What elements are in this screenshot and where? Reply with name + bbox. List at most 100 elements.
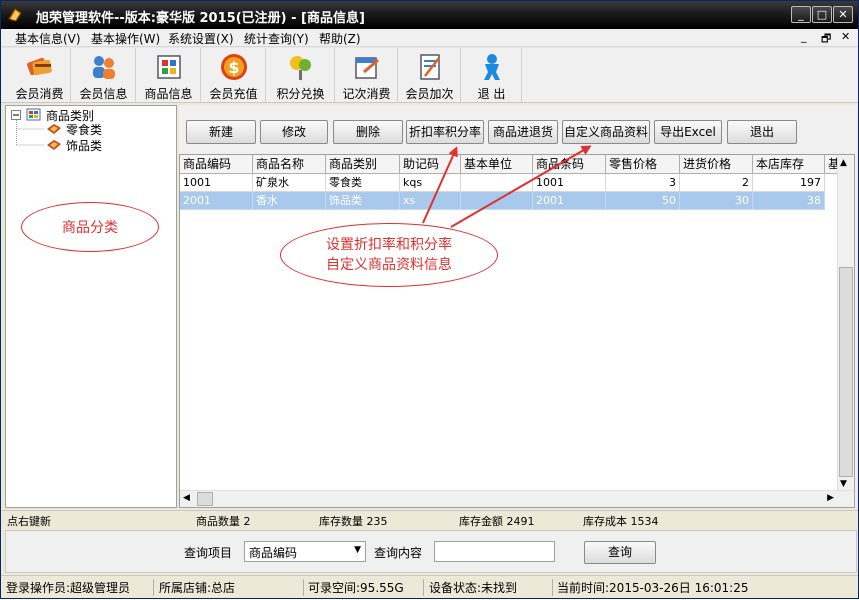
vertical-scroll-thumb[interactable] [839, 267, 853, 477]
snack-category-icon [47, 124, 61, 134]
tree-item-snacks[interactable]: 零食类 [66, 121, 102, 138]
menu-system-settings[interactable]: 系统设置(X) [168, 30, 234, 47]
toolbar-points-exchange[interactable]: 积分兑换 [267, 48, 335, 103]
toolbar: 会员消费 会员信息 商品信息 $ 会员充值 积分兑换 记次消费 会员加次 退 出 [1, 48, 858, 103]
table-cell: 1001 [533, 174, 606, 192]
stock-cost: 库存成本 1534 [583, 515, 659, 528]
add-count-icon [419, 54, 440, 80]
summary-bar: 点右键新 商品数量 2 库存数量 235 库存金额 2491 库存成本 1534 [1, 510, 858, 528]
toolbar-product-info[interactable]: 商品信息 [137, 48, 201, 103]
toolbar-count-consume[interactable]: 记次消费 [336, 48, 398, 103]
toolbar-add-count[interactable]: 会员加次 [399, 48, 461, 103]
table-cell: 1001 [180, 174, 253, 192]
exit-button[interactable]: 退出 [727, 120, 797, 144]
horizontal-scroll-thumb[interactable] [197, 492, 213, 506]
member-consume-icon [26, 57, 52, 76]
horizontal-scrollbar[interactable]: ◀ ▶ [180, 490, 854, 507]
delete-button[interactable]: 删除 [333, 120, 403, 144]
stock-in-out-button[interactable]: 商品进退货 [488, 120, 558, 144]
column-header[interactable]: 本店库存 [753, 155, 825, 174]
status-store: 所属店铺:总店 [159, 579, 304, 596]
query-item-value: 商品编码 [249, 546, 298, 560]
accessory-category-icon [47, 140, 61, 150]
table-cell: 50 [606, 192, 680, 210]
table-cell: 香水 [253, 192, 326, 210]
table-cell: 2001 [180, 192, 253, 210]
toolbar-exit[interactable]: 退 出 [462, 48, 522, 103]
query-bar: 查询项目 商品编码 ▼ 查询内容 查询 [5, 530, 857, 573]
table-cell: 38 [753, 192, 825, 210]
mdi-minimize-button[interactable]: _ [801, 30, 807, 43]
menu-basic-ops[interactable]: 基本操作(W) [91, 30, 160, 47]
close-button[interactable]: ✕ [833, 6, 853, 23]
menu-basic-info[interactable]: 基本信息(V) [15, 30, 81, 47]
query-item-select[interactable]: 商品编码 ▼ [244, 541, 366, 562]
annotation-category: 商品分类 [21, 202, 159, 252]
table-cell: 矿泉水 [253, 174, 326, 192]
scroll-left-icon[interactable]: ◀ [183, 493, 190, 503]
toolbar-member-info[interactable]: 会员信息 [72, 48, 136, 103]
column-header[interactable]: 进货价格 [680, 155, 753, 174]
window-title: 旭荣管理软件--版本:豪华版 2015(已注册) - [商品信息] [36, 11, 365, 26]
toolbar-label: 商品信息 [144, 87, 193, 101]
status-device: 设备状态:未找到 [429, 579, 553, 596]
query-button[interactable]: 查询 [584, 541, 656, 564]
recharge-icon: $ [220, 54, 247, 80]
stock-amount: 库存金额 2491 [459, 515, 535, 528]
product-count: 商品数量 2 [196, 515, 251, 528]
mdi-restore-button[interactable]: 🗗 [821, 30, 831, 49]
status-bar: 登录操作员:超级管理员 所属店铺:总店 可录空间:95.55G 设备状态:未找到… [1, 575, 858, 598]
table-cell: 2001 [533, 192, 606, 210]
annotation-actions-line2: 自定义商品资料信息 [326, 257, 452, 273]
minimize-button[interactable]: _ [791, 6, 811, 23]
column-header[interactable]: 商品名称 [253, 155, 326, 174]
product-info-icon [156, 55, 181, 79]
vertical-scrollbar[interactable]: ▲ ▼ [837, 155, 854, 492]
dropdown-arrow-icon[interactable]: ▼ [354, 545, 361, 555]
annotation-category-text: 商品分类 [62, 220, 118, 236]
scroll-down-icon[interactable]: ▼ [840, 479, 847, 489]
tree-item-accessories[interactable]: 饰品类 [66, 137, 102, 154]
export-excel-button[interactable]: 导出Excel [654, 120, 722, 144]
query-content-label: 查询内容 [374, 546, 423, 560]
main-window: 旭荣管理软件--版本:豪华版 2015(已注册) - [商品信息] _ □ ✕ … [0, 0, 859, 599]
status-operator: 登录操作员:超级管理员 [6, 579, 154, 596]
edit-button[interactable]: 修改 [260, 120, 328, 144]
toolbar-label: 退 出 [477, 87, 506, 101]
table-cell: 2 [680, 174, 753, 192]
menu-statistics[interactable]: 统计查询(Y) [244, 30, 309, 47]
table-cell: 30 [680, 192, 753, 210]
table-row[interactable]: 1001 矿泉水 零食类 kqs 1001 3 2 197 [180, 174, 826, 192]
column-header[interactable]: 基本单位 [461, 155, 533, 174]
toolbar-member-consume[interactable]: 会员消费 [9, 48, 71, 103]
column-header[interactable]: 商品条码 [533, 155, 606, 174]
column-header[interactable]: 商品类别 [326, 155, 400, 174]
category-tree: 商品类别 零食类 饰品类 商品分类 [5, 105, 177, 508]
query-content-input[interactable] [434, 541, 555, 562]
product-panel: 新建 修改 删除 折扣率积分率 商品进退货 自定义商品资料 导出Excel 退出… [179, 105, 857, 508]
column-header[interactable]: 助记码 [400, 155, 461, 174]
toolbar-label: 记次消费 [342, 87, 391, 101]
custom-product-fields-button[interactable]: 自定义商品资料 [562, 120, 650, 144]
table-row[interactable]: 2001 香水 饰品类 xs 2001 50 30 38 [180, 192, 826, 210]
column-header[interactable]: 零售价格 [606, 155, 680, 174]
scroll-up-icon[interactable]: ▲ [840, 158, 847, 168]
scroll-right-icon[interactable]: ▶ [827, 493, 834, 503]
mdi-close-button[interactable]: ✕ [841, 30, 850, 43]
maximize-button[interactable]: □ [812, 6, 832, 23]
table-cell: xs [400, 192, 461, 210]
status-space: 可录空间:95.55G [308, 579, 424, 596]
toolbar-label: 积分兑换 [276, 87, 325, 101]
discount-points-button[interactable]: 折扣率积分率 [406, 120, 484, 144]
query-item-label: 查询项目 [184, 546, 233, 560]
menu-help[interactable]: 帮助(Z) [319, 30, 361, 47]
annotation-actions: 设置折扣率和积分率 自定义商品资料信息 [280, 223, 498, 287]
column-header[interactable]: 商品编码 [180, 155, 253, 174]
annotation-actions-line1: 设置折扣率和积分率 [326, 237, 452, 253]
new-button[interactable]: 新建 [186, 120, 256, 144]
table-cell: 零食类 [326, 174, 400, 192]
toolbar-recharge[interactable]: $ 会员充值 [202, 48, 266, 103]
product-table: 商品编码 商品名称 商品类别 助记码 基本单位 商品条码 零售价格 进货价格 本店库存基 100… [179, 154, 855, 508]
table-cell: 饰品类 [326, 192, 400, 210]
table-cell: kqs [400, 174, 461, 192]
